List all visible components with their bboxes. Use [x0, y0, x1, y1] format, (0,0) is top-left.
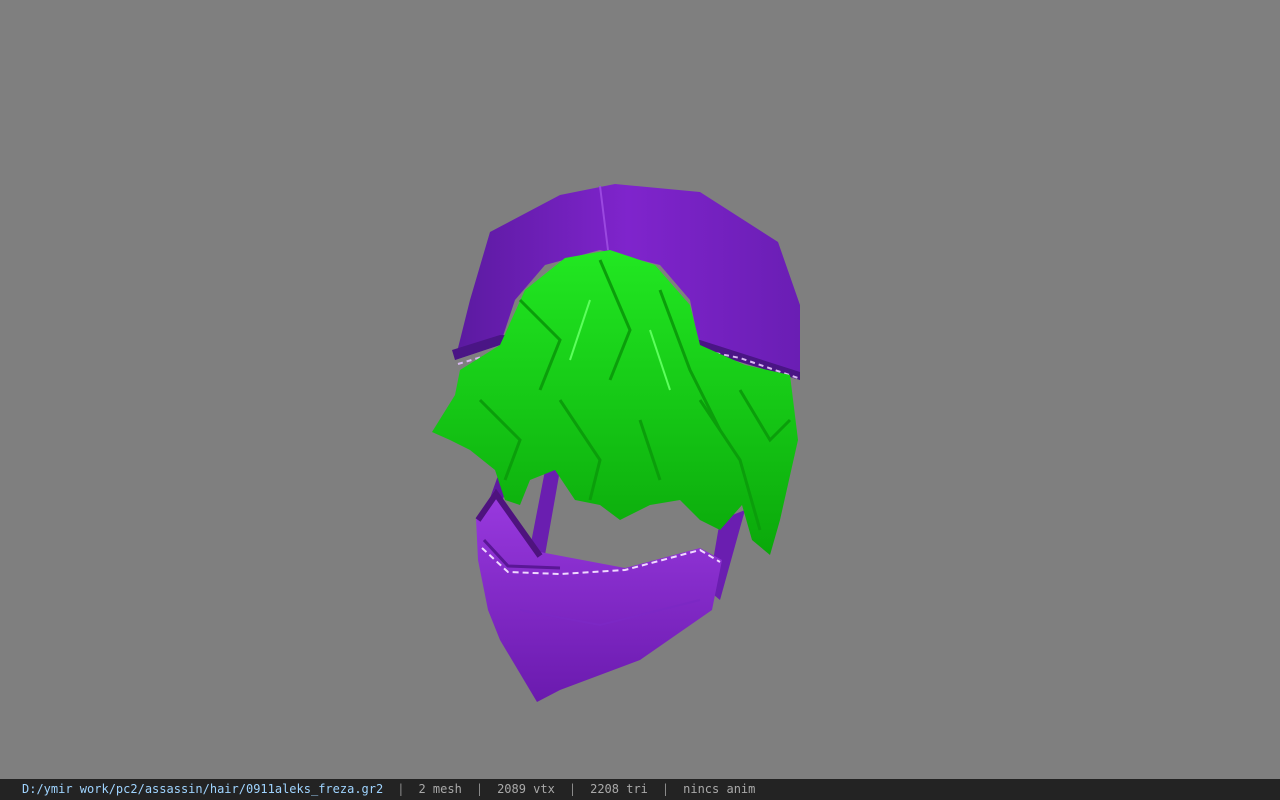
file-path: D:/ymir work/pc2/assassin/hair/0911aleks…	[22, 782, 384, 796]
separator: |	[475, 782, 484, 796]
animation-status: nincs anim	[683, 782, 756, 796]
mask-model	[475, 488, 722, 702]
separator: |	[568, 782, 577, 796]
status-bar: D:/ymir work/pc2/assassin/hair/0911aleks…	[0, 779, 1280, 800]
triangle-count: 2208 tri	[590, 782, 648, 796]
model-render	[432, 184, 800, 702]
mesh-count: 2 mesh	[418, 782, 462, 796]
vertex-count: 2089 vtx	[497, 782, 555, 796]
separator: |	[397, 782, 405, 796]
3d-viewport[interactable]	[0, 0, 1280, 779]
separator: |	[661, 782, 670, 796]
